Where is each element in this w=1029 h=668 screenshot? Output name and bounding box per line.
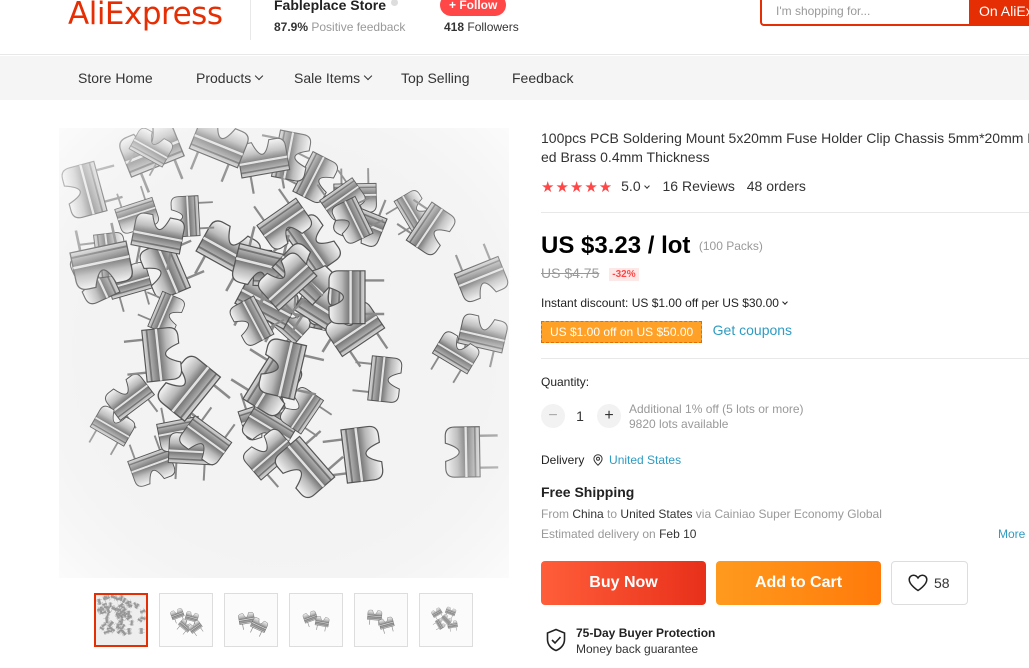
instant-discount[interactable]: Instant discount: US $1.00 off per US $3… <box>541 296 788 310</box>
feedback-percent: 87.9% <box>274 20 309 34</box>
store-feedback: 87.9% Positive feedback <box>274 20 405 34</box>
ship-from-country: China <box>572 507 604 521</box>
wishlist-button[interactable]: 58 <box>891 561 968 605</box>
search-input[interactable] <box>762 0 970 24</box>
quantity-decrease-button[interactable]: − <box>541 404 565 428</box>
rating-row: ★★★★★ 5.0 16 Reviews 48 orders <box>541 178 806 196</box>
nav-store-home[interactable]: Store Home <box>78 70 153 86</box>
delivery-row: Delivery United States <box>541 453 681 469</box>
shipping-route: From China to United States via Cainiao … <box>541 507 882 521</box>
rating-dropdown[interactable]: 5.0 <box>621 178 650 194</box>
thumbnail-image <box>237 611 269 639</box>
store-name[interactable]: Fableplace Store <box>274 0 399 14</box>
aliexpress-logo[interactable]: AliExpress <box>68 0 223 34</box>
thumbnail-image <box>430 606 459 633</box>
instant-discount-text: Instant discount: US $1.00 off per US $3… <box>541 296 779 310</box>
stock-available: 9820 lots available <box>629 417 729 431</box>
chevron-down-icon <box>255 71 264 81</box>
followers-label: Followers <box>467 20 519 34</box>
divider <box>541 358 1029 359</box>
nav-label: Top Selling <box>401 70 470 86</box>
get-coupons-link[interactable]: Get coupons <box>713 322 792 338</box>
ship-from-prefix: From <box>541 507 569 521</box>
follow-button[interactable]: + Follow <box>440 0 507 16</box>
nav-label: Sale Items <box>294 70 361 86</box>
chevron-down-icon <box>782 299 788 305</box>
thumbnail-image <box>96 595 146 645</box>
header-divider <box>250 0 251 40</box>
product-title-line-1: 100pcs PCB Soldering Mount 5x20mm Fuse H… <box>541 130 1029 146</box>
nav-top-selling[interactable]: Top Selling <box>401 70 470 86</box>
bulk-discount-note: Additional 1% off (5 lots or more) <box>629 402 804 416</box>
reviews-link[interactable]: 16 Reviews <box>663 178 735 194</box>
feedback-label: Positive feedback <box>311 20 406 34</box>
thumbnail-4[interactable] <box>289 593 343 647</box>
location-pin-icon <box>593 454 603 469</box>
thumbnail-image <box>302 610 330 633</box>
nav-feedback[interactable]: Feedback <box>512 70 573 86</box>
free-shipping-label: Free Shipping <box>541 484 635 500</box>
old-price-row: US $4.75 -32% <box>541 265 639 281</box>
estimated-label: Estimated delivery on <box>541 527 656 541</box>
search-box <box>760 0 970 26</box>
ship-via: via Cainiao Super Economy Global <box>695 507 882 521</box>
followers-count: 418 Followers <box>444 20 519 34</box>
heart-icon <box>908 574 928 592</box>
buyer-protection-title: 75-Day Buyer Protection <box>576 626 716 640</box>
star-rating-icon: ★★★★★ <box>541 179 614 196</box>
quantity-label: Quantity: <box>541 375 590 389</box>
fuse-clips-photo <box>59 128 509 578</box>
product-title: 100pcs PCB Soldering Mount 5x20mm Fuse H… <box>541 129 1029 167</box>
orders-count: 48 orders <box>746 178 806 194</box>
quantity-input[interactable]: 1 <box>566 408 594 424</box>
discount-badge: -32% <box>609 268 639 281</box>
buy-now-button[interactable]: Buy Now <box>541 561 706 605</box>
thumbnail-2[interactable] <box>159 593 213 647</box>
thumbnail-image <box>169 607 206 638</box>
nav-label: Store Home <box>78 70 153 86</box>
divider <box>541 212 1029 213</box>
quantity-note: Additional 1% off (5 lots or more) 9820 … <box>629 402 804 432</box>
thumbnail-6[interactable] <box>419 593 473 647</box>
wishlist-count: 58 <box>934 575 950 591</box>
chevron-down-icon <box>363 71 373 81</box>
store-nav: Store Home Products Sale Items Top Selli… <box>0 56 1029 100</box>
rating-value: 5.0 <box>621 178 641 194</box>
chevron-down-icon <box>643 183 650 189</box>
original-price: US $4.75 <box>541 265 600 281</box>
add-to-cart-button[interactable]: Add to Cart <box>716 561 881 605</box>
product-title-line-2: ed Brass 0.4mm Thickness <box>541 149 710 165</box>
more-shipping-link[interactable]: More <box>998 527 1025 541</box>
current-price: US $3.23 / lot <box>541 232 691 259</box>
nav-sale-items[interactable]: Sale Items <box>294 70 373 86</box>
coupon-tag[interactable]: US $1.00 off on US $50.00 <box>541 321 703 343</box>
store-header: AliExpress Fableplace Store 87.9% Positi… <box>0 0 1029 55</box>
store-name-text[interactable]: Fableplace Store <box>274 0 386 13</box>
store-badge-icon <box>391 0 399 6</box>
thumbnail-3[interactable] <box>224 593 278 647</box>
followers-number: 418 <box>444 20 465 34</box>
delivery-label: Delivery <box>541 453 585 467</box>
nav-label: Products <box>196 70 252 86</box>
price-row: US $3.23 / lot (100 Packs) <box>541 232 763 260</box>
search-button[interactable]: On AliExpress <box>969 0 1029 26</box>
quantity-increase-button[interactable]: + <box>597 404 621 428</box>
ship-to-country: United States <box>620 507 693 521</box>
estimated-date: Feb 10 <box>659 527 697 541</box>
ship-to-word: to <box>607 507 618 521</box>
packs-label: (100 Packs) <box>698 239 763 253</box>
nav-label: Feedback <box>512 70 574 86</box>
shield-check-icon <box>545 628 567 657</box>
coupon-row: US $1.00 off on US $50.00 Get coupons <box>541 321 792 343</box>
delivery-country-link[interactable]: United States <box>609 453 681 467</box>
buyer-protection-subtitle: Money back guarantee <box>576 642 699 656</box>
thumbnail-1[interactable] <box>94 593 148 647</box>
estimated-delivery: Estimated delivery on Feb 10 <box>541 527 696 541</box>
thumbnail-image <box>366 609 397 635</box>
product-main-image[interactable] <box>59 128 509 578</box>
thumbnail-5[interactable] <box>354 593 408 647</box>
nav-products[interactable]: Products <box>196 70 264 86</box>
